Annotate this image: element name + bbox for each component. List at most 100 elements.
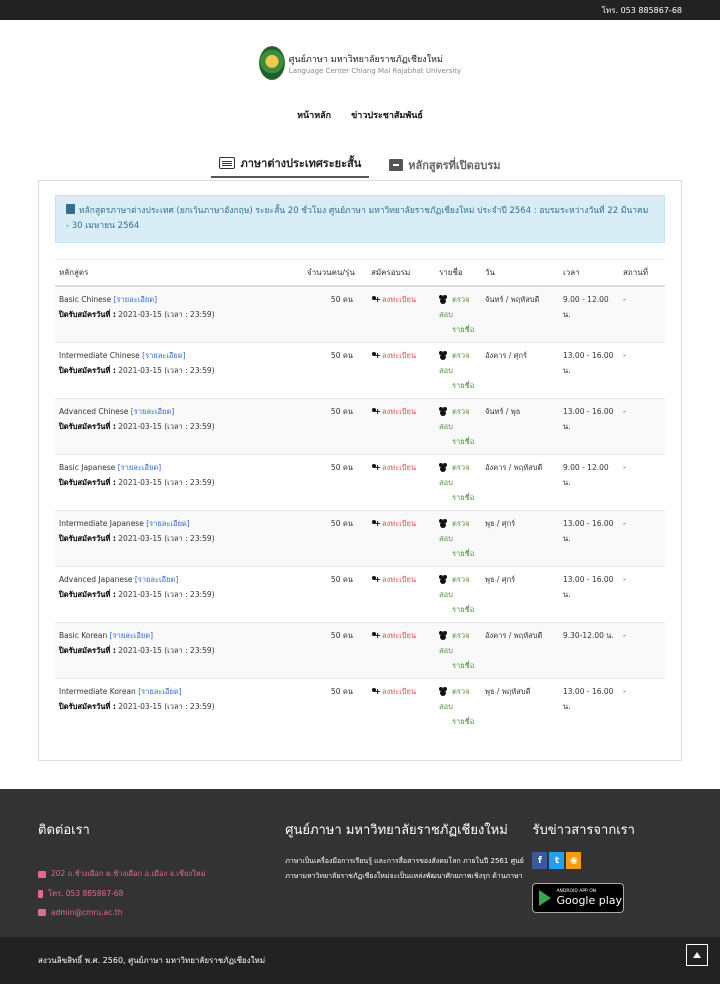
register-link[interactable]: ลงทะเบียน: [371, 404, 416, 419]
day-cell: พุธ / ศุกร์: [481, 566, 559, 623]
footer-center-title: ศูนย์ภาษา มหาวิทยาลัยราชภัฏเชียงใหม่: [285, 823, 508, 838]
register-link[interactable]: ลงทะเบียน: [371, 292, 416, 307]
time-cell: 13.00 - 16.00 น.: [559, 678, 619, 734]
twitter-icon[interactable]: t: [549, 852, 565, 869]
google-play-badge[interactable]: ANDROID APP ON Google play: [532, 883, 625, 913]
deadline-label: ปิดรับสมัครวันที่ :: [59, 590, 116, 599]
footer-news: รับข่าวสารจากเรา f t ◉ ANDROID APP ON Go…: [532, 819, 682, 937]
names-cell: ตรวจสอบ รายชื่อ: [435, 510, 481, 567]
archive-icon: [389, 159, 404, 171]
time-cell: 13.00 - 16.00 น.: [559, 342, 619, 399]
col-place: สถานที่: [619, 259, 665, 287]
seats-cell: 50 คน: [303, 622, 367, 679]
site-logo[interactable]: ศูนย์ภาษา มหาวิทยาลัยราชภัฏเชียงใหม่ Lan…: [0, 32, 720, 94]
day-cell: อังคาร / พฤหัสบดี: [481, 454, 559, 511]
rss-icon[interactable]: ◉: [566, 852, 582, 869]
register-cell: ลงทะเบียน: [367, 285, 435, 343]
users-icon: [439, 631, 450, 639]
footer-email[interactable]: admin@cmru.ac.th: [38, 908, 285, 917]
time-cell: 13.00 - 16.00 น.: [559, 566, 619, 623]
users-icon: [439, 687, 450, 695]
place-cell: -: [619, 510, 665, 567]
register-cell: ลงทะเบียน: [367, 678, 435, 734]
deadline-label: ปิดรับสมัครวันที่ :: [59, 534, 116, 543]
user-plus-icon: [371, 404, 381, 419]
course-detail-link[interactable]: [รายละเอียด]: [138, 687, 181, 696]
col-names: รายชื่อ: [435, 259, 481, 287]
course-detail-link[interactable]: [รายละเอียด]: [114, 295, 157, 304]
course-detail-link[interactable]: [รายละเอียด]: [146, 519, 189, 528]
names-cell: ตรวจสอบ รายชื่อ: [435, 454, 481, 511]
register-cell: ลงทะเบียน: [367, 342, 435, 399]
day-cell: จันทร์ / พุธ: [481, 398, 559, 455]
day-cell: พุธ / ศุกร์: [481, 510, 559, 567]
seats-cell: 50 คน: [303, 285, 367, 343]
names-cell: ตรวจสอบ รายชื่อ: [435, 285, 481, 343]
nav-home[interactable]: หน้าหลัก: [297, 108, 331, 126]
names-cell: ตรวจสอบ รายชื่อ: [435, 398, 481, 455]
names-cell: ตรวจสอบ รายชื่อ: [435, 342, 481, 399]
register-link[interactable]: ลงทะเบียน: [371, 348, 416, 363]
time-cell: 13.00 - 16.00 น.: [559, 510, 619, 567]
col-day: วัน: [481, 259, 559, 287]
names-cell: ตรวจสอบ รายชื่อ: [435, 622, 481, 679]
social-links: f t ◉: [532, 852, 682, 869]
scroll-top-button[interactable]: [686, 944, 708, 966]
register-link[interactable]: ลงทะเบียน: [371, 628, 416, 643]
course-cell: Intermediate Korean [รายละเอียด] ปิดรับสม…: [55, 678, 303, 734]
register-link[interactable]: ลงทะเบียน: [371, 572, 416, 587]
facebook-icon[interactable]: f: [532, 852, 548, 869]
nav-news[interactable]: ข่าวประชาสัมพันธ์: [351, 108, 423, 126]
col-time: เวลา: [559, 259, 619, 287]
register-cell: ลงทะเบียน: [367, 398, 435, 455]
course-name: Intermediate Chinese: [59, 351, 140, 360]
check-names-link[interactable]: ตรวจสอบ รายชื่อ: [439, 407, 474, 446]
tab-short-courses[interactable]: ภาษาต่างประเทศระยะสั้น: [211, 154, 370, 178]
day-cell: อังคาร / ศุกร์: [481, 342, 559, 399]
user-plus-icon: [371, 460, 381, 475]
seats-cell: 50 คน: [303, 342, 367, 399]
check-names-link[interactable]: ตรวจสอบ รายชื่อ: [439, 519, 474, 558]
tab-open-courses[interactable]: หลักสูตรที่เปิดอบรม: [381, 156, 508, 178]
course-detail-link[interactable]: [รายละเอียด]: [118, 463, 161, 472]
deadline-label: ปิดรับสมัครวันที่ :: [59, 646, 116, 655]
check-names-link[interactable]: ตรวจสอบ รายชื่อ: [439, 463, 474, 502]
table-row: Basic Japanese [รายละเอียด] ปิดรับสมัครวั…: [55, 454, 665, 511]
footer-news-title: รับข่าวสารจากเรา: [532, 823, 635, 838]
course-detail-link[interactable]: [รายละเอียด]: [110, 631, 153, 640]
table-row: Intermediate Japanese [รายละเอียด] ปิดรับ…: [55, 510, 665, 567]
copyright-bar: สงวนลิขสิทธิ์ พ.ศ. 2560, ศูนย์ภาษา มหาวิ…: [0, 937, 720, 984]
course-detail-link[interactable]: [รายละเอียด]: [131, 407, 174, 416]
check-names-link[interactable]: ตรวจสอบ รายชื่อ: [439, 351, 474, 390]
deadline-value: 2021-03-15 (เวลา : 23:59): [118, 310, 215, 319]
course-cell: Intermediate Japanese [รายละเอียด] ปิดรับ…: [55, 510, 303, 567]
users-icon: [439, 519, 450, 527]
check-names-link[interactable]: ตรวจสอบ รายชื่อ: [439, 295, 474, 334]
register-link[interactable]: ลงทะเบียน: [371, 460, 416, 475]
play-icon: [539, 890, 552, 906]
check-names-link[interactable]: ตรวจสอบ รายชื่อ: [439, 575, 474, 614]
course-detail-link[interactable]: [รายละเอียด]: [135, 575, 178, 584]
arrow-up-icon: [693, 952, 701, 958]
top-bar: โทร. 053 885867-68: [0, 0, 720, 20]
seats-cell: 50 คน: [303, 566, 367, 623]
register-link[interactable]: ลงทะเบียน: [371, 516, 416, 531]
deadline-value: 2021-03-15 (เวลา : 23:59): [118, 366, 215, 375]
check-names-link[interactable]: ตรวจสอบ รายชื่อ: [439, 631, 474, 670]
footer: ติดต่อเรา 202 ถ.ช้างเผือก ต.ช้างเผือก อ.…: [0, 789, 720, 937]
user-plus-icon: [371, 292, 381, 307]
place-cell: -: [619, 398, 665, 455]
check-names-link[interactable]: ตรวจสอบ รายชื่อ: [439, 687, 474, 726]
register-link[interactable]: ลงทะเบียน: [371, 684, 416, 699]
deadline-label: ปิดรับสมัครวันที่ :: [59, 310, 116, 319]
time-cell: 9.00 - 12.00 น.: [559, 285, 619, 343]
copyright-text: สงวนลิขสิทธิ์ พ.ศ. 2560, ศูนย์ภาษา มหาวิ…: [38, 956, 266, 965]
course-name: Advanced Japanese: [59, 575, 133, 584]
users-icon: [439, 407, 450, 415]
table-row: Advanced Chinese [รายละเอียด] ปิดรับสมัคร…: [55, 398, 665, 455]
deadline-label: ปิดรับสมัครวันที่ :: [59, 702, 116, 711]
course-detail-link[interactable]: [รายละเอียด]: [142, 351, 185, 360]
table-row: Advanced Japanese [รายละเอียด] ปิดรับสมัค…: [55, 566, 665, 623]
user-plus-icon: [371, 572, 381, 587]
day-cell: อังคาร / พฤหัสบดี: [481, 622, 559, 679]
